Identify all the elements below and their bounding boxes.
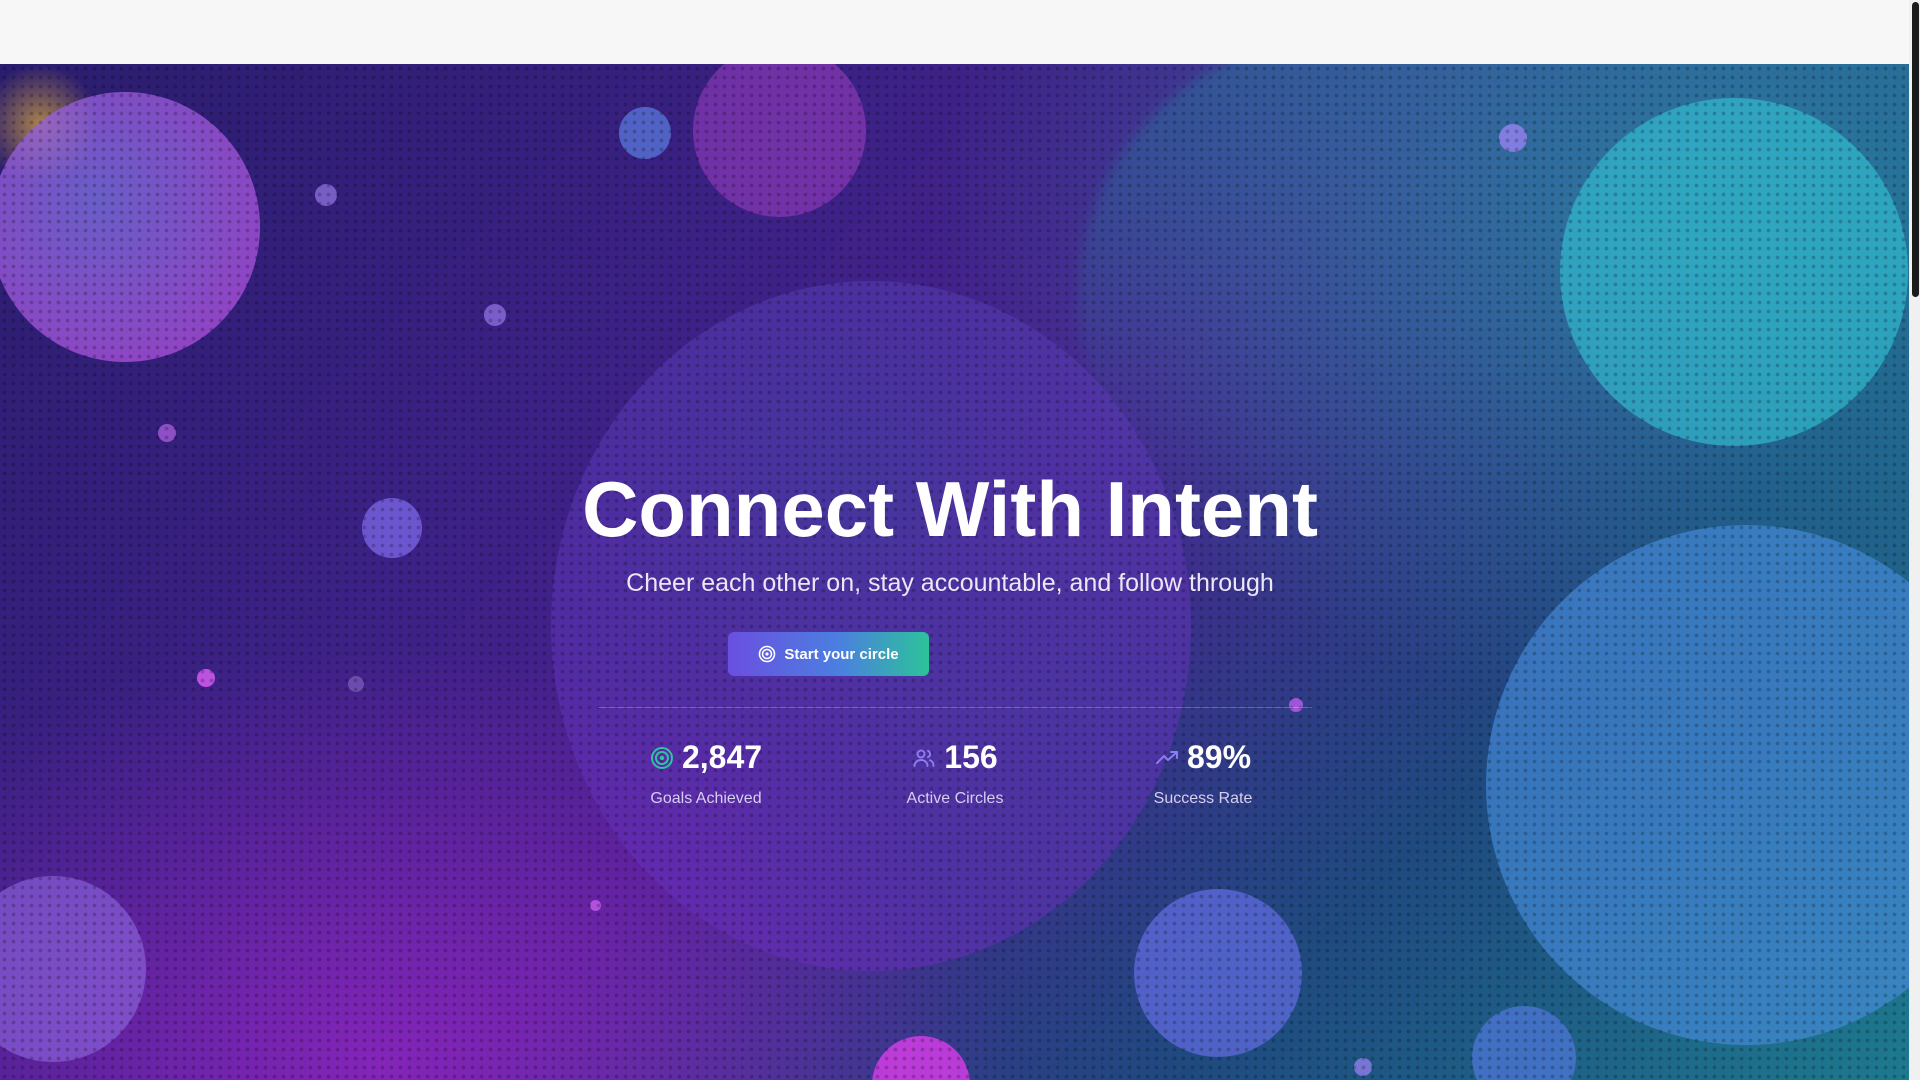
hero-content: Connect With Intent Cheer each other on,…	[0, 64, 1909, 1080]
stats-divider	[598, 707, 1312, 708]
stat-label: Goals Achieved	[650, 790, 762, 807]
stat-success-rate: 89% Success Rate	[1083, 739, 1323, 808]
scrollbar-thumb[interactable]	[1912, 2, 1919, 297]
stat-value: 156	[944, 739, 998, 775]
browser-topbar	[0, 0, 1909, 64]
start-circle-label: Start your circle	[784, 645, 899, 663]
stat-value: 89%	[1186, 739, 1252, 775]
hero-section: Connect With Intent Cheer each other on,…	[0, 64, 1909, 1080]
trending-up-icon	[1155, 746, 1179, 770]
stat-label: Active Circles	[906, 790, 1004, 807]
users-icon	[912, 746, 936, 770]
hero-headline: Connect With Intent	[582, 465, 1318, 553]
start-circle-button[interactable]: Start your circle	[728, 632, 929, 676]
page-scrollbar[interactable]	[1909, 0, 1920, 1080]
stat-goals-achieved: 2,847 Goals Achieved	[586, 739, 826, 808]
target-icon	[758, 645, 776, 663]
stat-label: Success Rate	[1153, 790, 1253, 807]
hero-subheadline: Cheer each other on, stay accountable, a…	[626, 569, 1274, 597]
stat-active-circles: 156 Active Circles	[835, 739, 1075, 808]
stat-value: 2,847	[681, 739, 763, 775]
target-icon	[650, 746, 674, 770]
